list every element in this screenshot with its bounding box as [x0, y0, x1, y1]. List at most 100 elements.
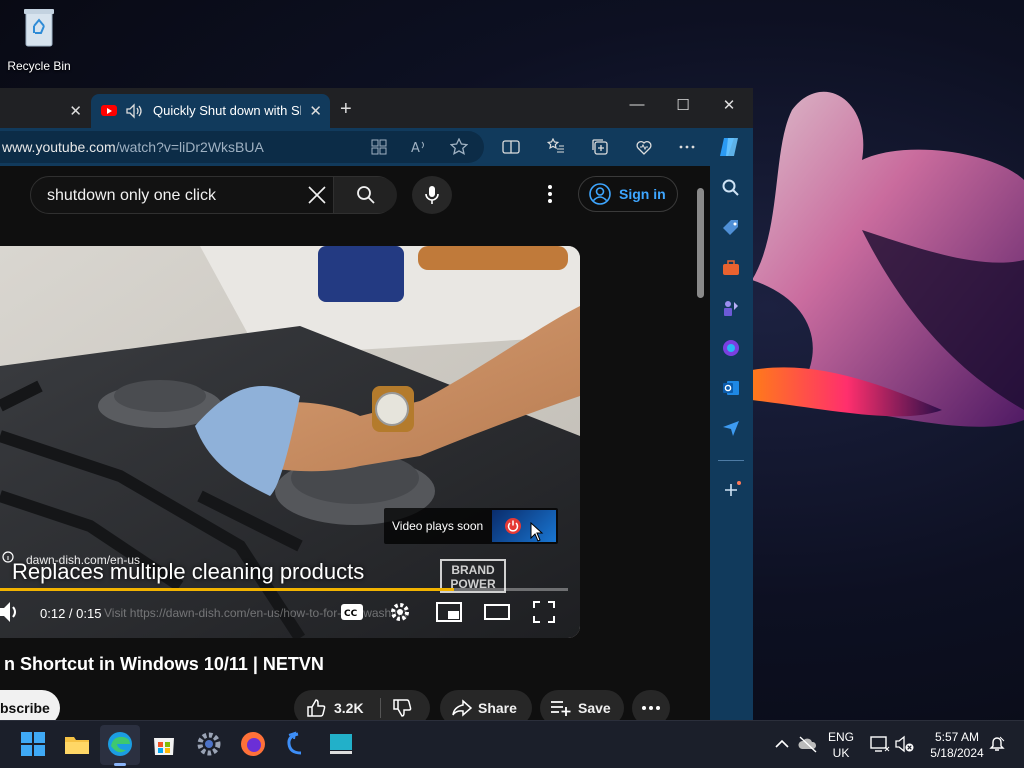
progress-bar-fill: [0, 588, 455, 591]
search-icon: [357, 186, 375, 204]
network-icon[interactable]: [870, 735, 890, 753]
svg-text:A: A: [411, 141, 420, 156]
recycle-bin-shortcut[interactable]: Recycle Bin: [4, 6, 74, 73]
voice-search-button[interactable]: [412, 176, 452, 214]
video-plays-soon-preview[interactable]: Video plays soon: [384, 508, 558, 544]
maximize-icon[interactable]: ☐: [673, 96, 693, 114]
sign-in-label: Sign in: [619, 186, 666, 202]
search-box[interactable]: shutdown only one click: [30, 176, 397, 214]
dislike-icon[interactable]: [392, 698, 412, 718]
microsoft-store-icon[interactable]: [151, 731, 177, 757]
like-divider: [380, 698, 381, 718]
progress-bar[interactable]: [0, 588, 568, 591]
start-windows-icon[interactable]: [20, 731, 46, 757]
mouse-cursor-icon: [530, 522, 544, 542]
close-tab-icon[interactable]: ✕: [309, 102, 322, 120]
scrollbar-thumb[interactable]: [697, 188, 704, 298]
search-input[interactable]: shutdown only one click: [47, 187, 216, 205]
volume-muted-icon[interactable]: [895, 735, 915, 753]
microsoft-365-icon[interactable]: [721, 338, 741, 358]
page-scrollbar[interactable]: [695, 166, 707, 720]
send-icon[interactable]: [721, 418, 741, 438]
outlook-icon[interactable]: [721, 378, 741, 398]
settings-gear-icon[interactable]: [388, 598, 412, 626]
sidebar-search-icon[interactable]: [721, 178, 741, 198]
more-actions-button[interactable]: [632, 690, 670, 720]
language-indicator[interactable]: ENG UK: [826, 730, 856, 760]
settings-app-icon[interactable]: [196, 731, 222, 757]
youtube-favicon-icon: [101, 105, 117, 116]
more-horizontal-icon: [642, 706, 660, 710]
youtube-page: shutdown only one click Sign in dawn-dis…: [0, 166, 710, 720]
url-path: /watch?v=liDr2WksBUA: [115, 139, 264, 155]
close-tab-icon[interactable]: ✕: [69, 102, 82, 120]
share-label: Share: [478, 700, 517, 716]
like-count[interactable]: 3.2K: [334, 700, 364, 716]
file-explorer-icon[interactable]: [64, 731, 90, 757]
like-icon[interactable]: [306, 698, 326, 718]
add-sidebar-icon[interactable]: [721, 480, 741, 500]
power-icon: [505, 518, 521, 534]
more-options-icon[interactable]: [678, 138, 696, 156]
tab-active[interactable]: Quickly Shut down with Sho ✕: [91, 94, 330, 128]
sign-in-button[interactable]: Sign in: [578, 176, 678, 212]
keyboard-layout: UK: [832, 746, 850, 760]
save-playlist-icon: [551, 701, 571, 716]
next-video-thumbnail: [492, 510, 556, 542]
theater-mode-icon[interactable]: [484, 598, 510, 626]
speaker-icon[interactable]: [125, 102, 143, 120]
apps-icon[interactable]: [370, 138, 388, 156]
minimize-icon[interactable]: —: [627, 96, 647, 113]
settings-menu-icon[interactable]: [540, 182, 560, 206]
favorites-icon[interactable]: [547, 138, 565, 156]
show-hidden-icons-icon[interactable]: [775, 739, 789, 749]
wallpaper-swirl: [752, 91, 1024, 427]
close-window-icon[interactable]: ✕: [719, 96, 739, 114]
ad-caption: Replaces multiple cleaning products: [12, 559, 365, 584]
collections-icon[interactable]: [591, 138, 609, 156]
search-button[interactable]: [333, 177, 397, 213]
favorite-star-icon[interactable]: [450, 138, 468, 156]
copilot-icon[interactable]: [718, 136, 742, 158]
miniplayer-icon[interactable]: [436, 598, 462, 626]
read-aloud-icon[interactable]: A: [410, 138, 428, 156]
firefox-icon[interactable]: [240, 731, 266, 757]
brand-logo-line1: BRAND: [451, 563, 495, 577]
clock-time: 5:57 AM: [934, 730, 980, 744]
share-button[interactable]: Share: [440, 690, 532, 720]
tab-strip: ✕ Quickly Shut down with Sho ✕ + — ☐ ✕: [0, 88, 753, 128]
taskbar: ENG UK 5:57 AM 5/18/2024: [0, 720, 1024, 768]
like-dislike-group: 3.2K: [294, 690, 430, 720]
screen-tool-icon[interactable]: [328, 731, 354, 757]
volume-icon[interactable]: [0, 598, 22, 626]
notifications-icon[interactable]: [988, 735, 1006, 753]
shopping-tag-icon[interactable]: [721, 218, 741, 238]
time-display: 0:12 / 0:15: [40, 606, 102, 621]
tools-briefcase-icon[interactable]: [721, 258, 741, 278]
save-button[interactable]: Save: [540, 690, 624, 720]
edge-sidebar: [710, 166, 753, 720]
video-title: n Shortcut in Windows 10/11 | NETVN: [4, 654, 324, 674]
language-code: ENG: [827, 730, 854, 744]
browser-essentials-icon[interactable]: [635, 138, 653, 156]
tab-title: Quickly Shut down with Sho: [153, 103, 301, 118]
video-player[interactable]: dawn-dish.com/en-us Replaces multiple cl…: [0, 246, 580, 638]
clear-search-icon[interactable]: [307, 185, 327, 205]
fullscreen-icon[interactable]: [532, 598, 556, 626]
games-icon[interactable]: [721, 298, 741, 318]
subscribe-button[interactable]: bscribe: [0, 690, 60, 720]
active-app-indicator: [114, 763, 126, 766]
recycle-bin-label: Recycle Bin: [7, 59, 71, 73]
new-tab-icon[interactable]: +: [340, 99, 352, 119]
clock[interactable]: 5:57 AM 5/18/2024: [922, 730, 992, 760]
tab-previous[interactable]: ✕: [0, 94, 90, 128]
sharex-icon[interactable]: [284, 731, 310, 757]
closed-captions-icon[interactable]: CC: [340, 598, 364, 626]
recycle-bin-icon: [24, 9, 54, 47]
onedrive-offline-icon[interactable]: [798, 735, 818, 753]
split-screen-icon[interactable]: [502, 138, 520, 156]
account-icon: [589, 183, 611, 205]
edge-browser-icon[interactable]: [107, 731, 133, 757]
share-icon: [452, 699, 472, 717]
microphone-icon: [425, 186, 439, 204]
